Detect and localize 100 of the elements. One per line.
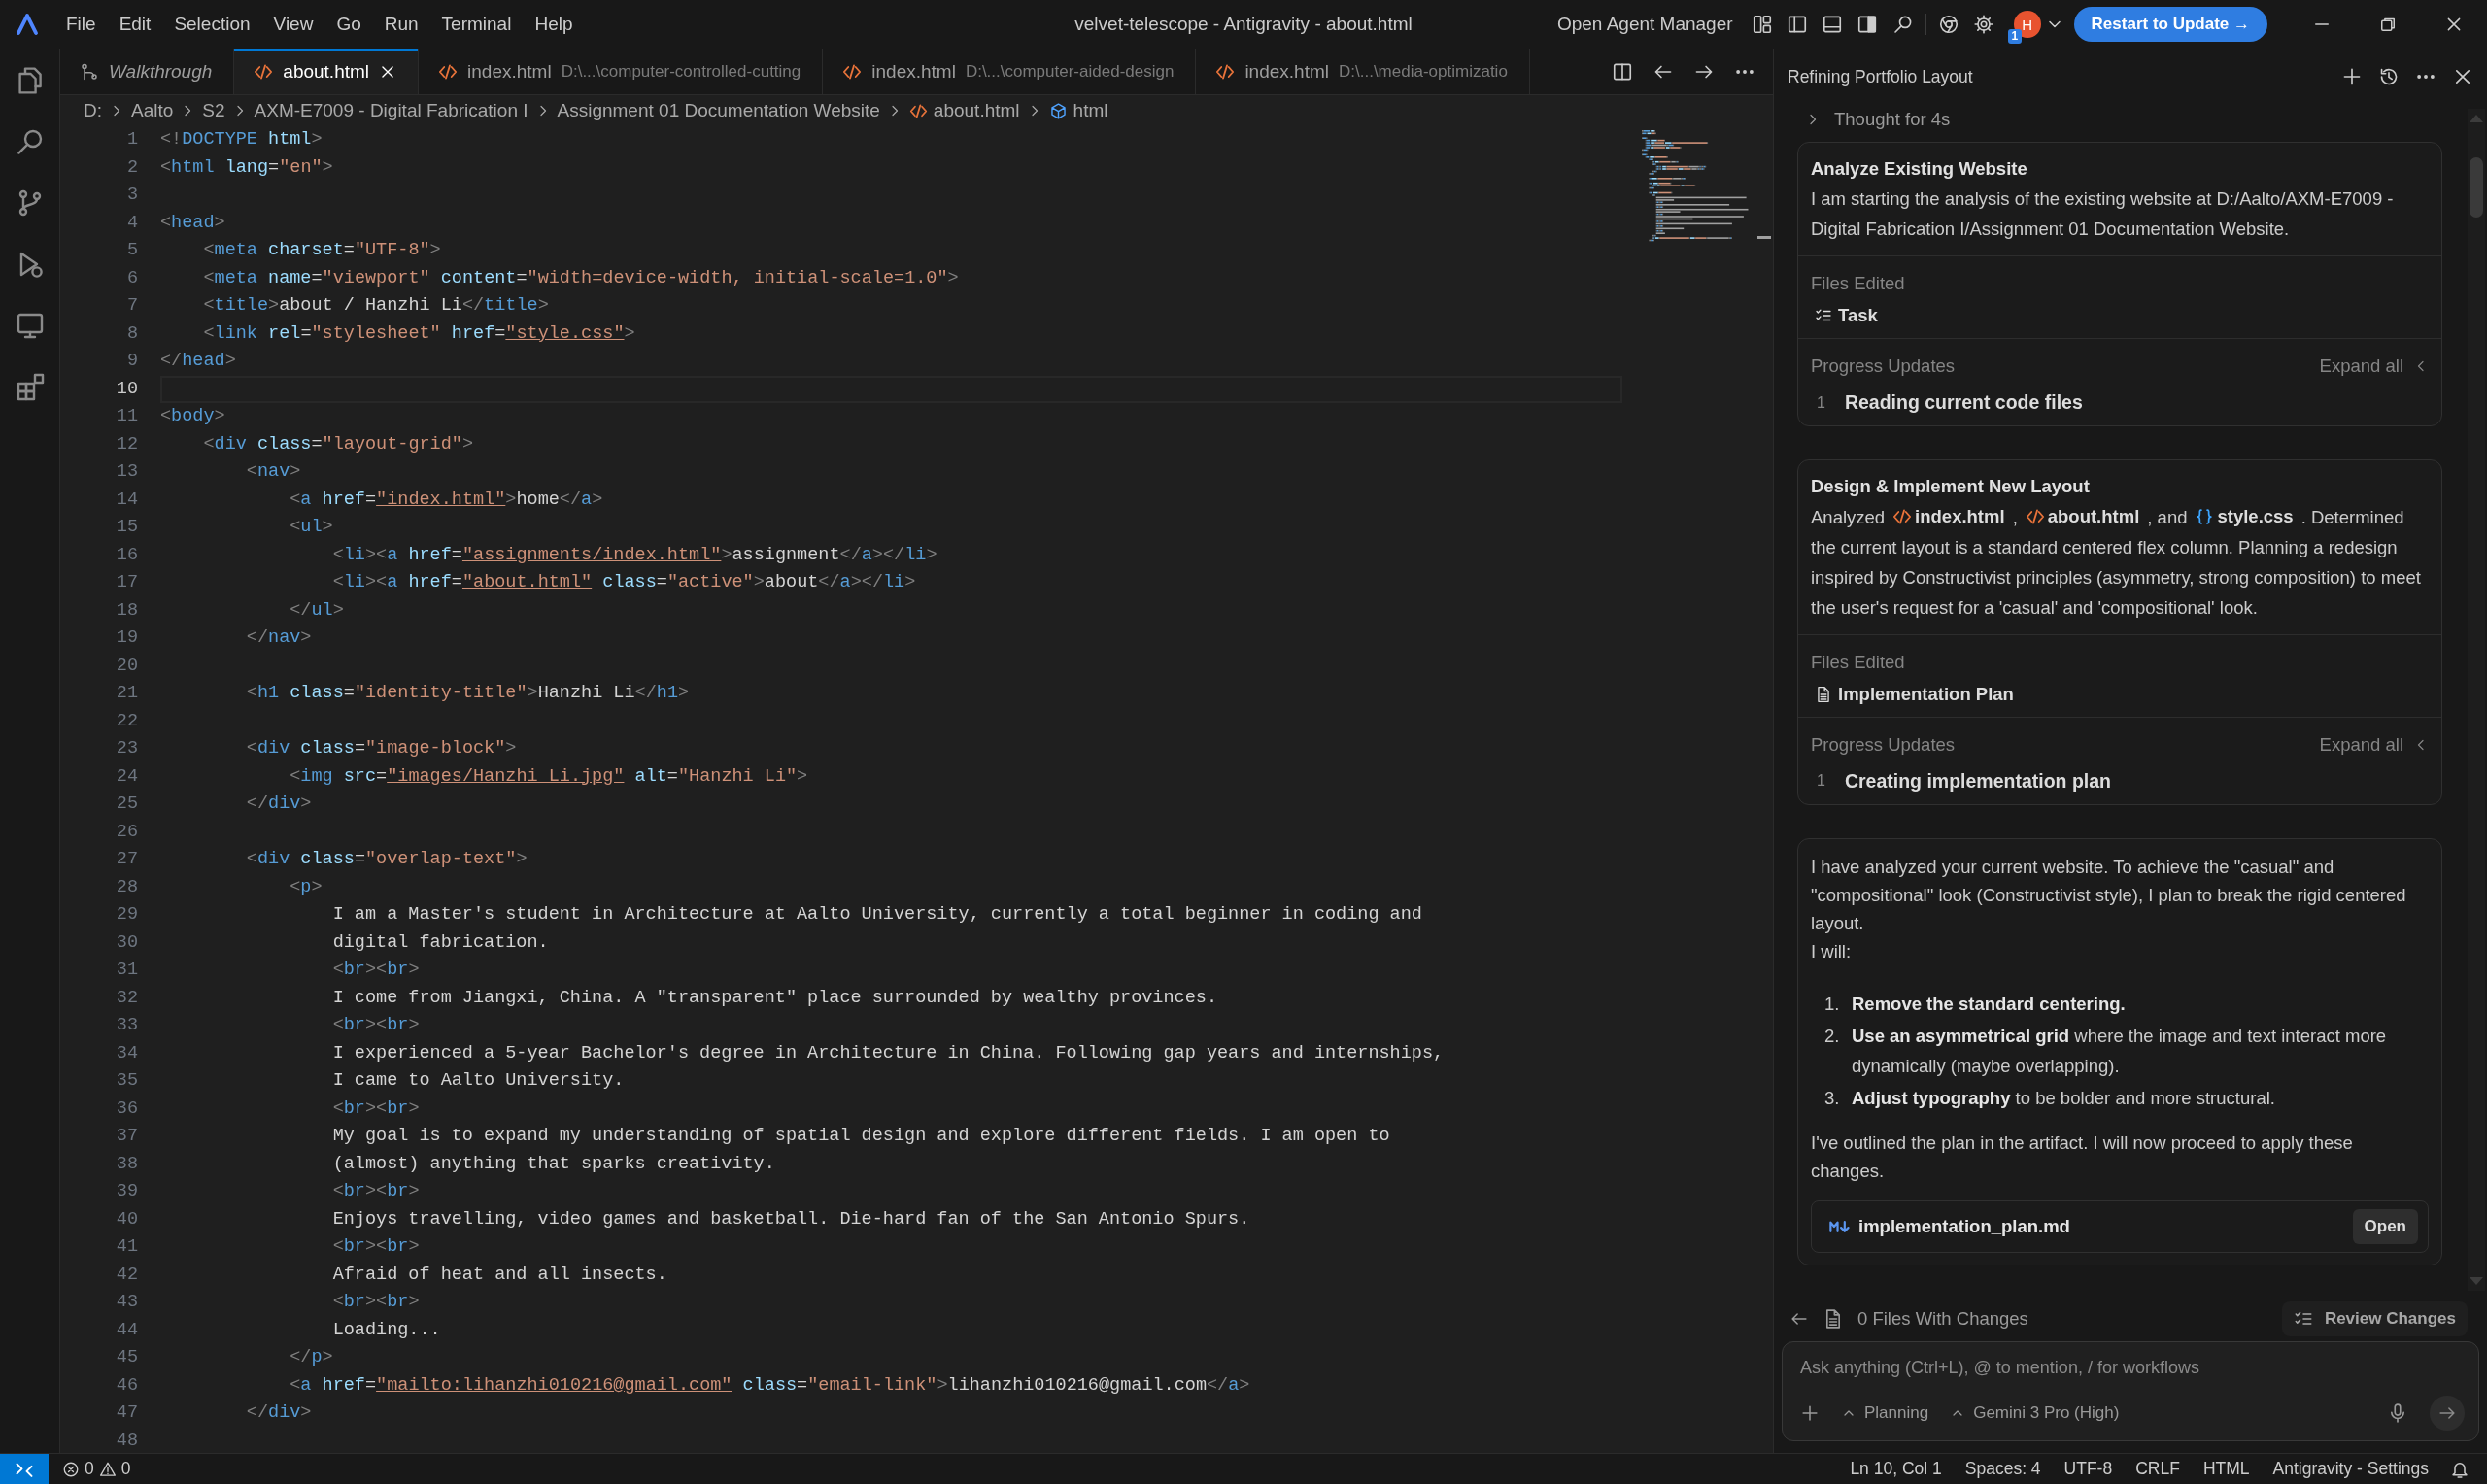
review-changes-button[interactable]: Review Changes bbox=[2281, 1301, 2468, 1336]
menu-item[interactable]: Run bbox=[372, 9, 430, 40]
menu-item[interactable]: View bbox=[261, 9, 325, 40]
error-icon bbox=[62, 1460, 80, 1478]
code-line: <link rel="stylesheet" href="style.css"> bbox=[202, 321, 636, 346]
line-number: 42 bbox=[115, 1263, 138, 1287]
menu-item[interactable]: Help bbox=[523, 9, 585, 40]
menu-item[interactable]: Terminal bbox=[429, 9, 524, 40]
code-line: Afraid of heat and all insects. bbox=[331, 1263, 668, 1287]
status-item[interactable]: CRLF bbox=[2124, 1459, 2192, 1479]
mode-dropdown[interactable]: Planning bbox=[1841, 1403, 1929, 1423]
line-number: 23 bbox=[115, 737, 138, 760]
breadcrumb-item[interactable]: Aalto bbox=[131, 100, 174, 121]
code-line: <!DOCTYPE html> bbox=[160, 128, 324, 152]
send-button[interactable] bbox=[2430, 1396, 2465, 1431]
line-number: 33 bbox=[115, 1014, 138, 1037]
browser-icon[interactable] bbox=[1937, 14, 1959, 35]
scrollbar[interactable] bbox=[2468, 109, 2485, 1291]
search-icon[interactable] bbox=[1891, 14, 1914, 35]
update-button[interactable]: Restart to Update → bbox=[2073, 7, 2267, 42]
status-item[interactable]: UTF-8 bbox=[2052, 1459, 2125, 1479]
line-number: 15 bbox=[115, 516, 138, 539]
code-line: </ul> bbox=[289, 598, 345, 623]
list-item: Use an asymmetrical grid where the image and text interact more dynamically (maybe overlapping). bbox=[1852, 1024, 2388, 1078]
layout-toggle-icon[interactable] bbox=[1751, 14, 1773, 35]
composer-panel[interactable]: Ask anything (Ctrl+L), @ to mention, / for workflows Planning Gemini 3 Pro (High) bbox=[1782, 1341, 2479, 1441]
layout-toggle-icon[interactable] bbox=[1786, 14, 1808, 35]
status-item[interactable]: Spaces: 4 bbox=[1953, 1459, 2053, 1479]
remote-button[interactable] bbox=[0, 1454, 49, 1484]
logo-icon bbox=[16, 13, 39, 36]
file-link[interactable]: style.css bbox=[2195, 501, 2294, 531]
code-line: I come from Jiangxi, China. A "transparent" place surrounded by wealthy provinces. bbox=[331, 986, 1218, 1010]
breadcrumb-item[interactable]: AXM-E7009 - Digital Fabrication I bbox=[254, 100, 528, 121]
code-line: <img src="images/Hanzhi Li.jpg" alt="Hanzhi Li"> bbox=[289, 764, 809, 789]
warning-icon bbox=[98, 1460, 117, 1478]
code-line: <meta name="viewport" content="width=device-width, initial-scale=1.0"> bbox=[202, 266, 960, 290]
agent-manager-button[interactable]: Open Agent Manager bbox=[1556, 14, 1733, 35]
layout-toggle-icon[interactable] bbox=[1821, 14, 1843, 35]
line-number: 7 bbox=[125, 294, 138, 318]
line-number: 29 bbox=[115, 903, 138, 927]
line-number: 6 bbox=[125, 266, 138, 290]
line-number: 13 bbox=[115, 460, 138, 484]
file-link[interactable]: about.html bbox=[2025, 501, 2140, 531]
code-line: <li><a href="assignments/index.html">assignment</a></li> bbox=[331, 543, 938, 567]
layout-toggle-icon[interactable] bbox=[1856, 14, 1878, 35]
menu-item[interactable]: File bbox=[54, 9, 108, 40]
code-line: <br><br> bbox=[331, 1235, 421, 1259]
line-number: 41 bbox=[115, 1235, 138, 1259]
line-number: 46 bbox=[115, 1373, 138, 1398]
line-number: 47 bbox=[115, 1401, 138, 1425]
menu-item[interactable]: Go bbox=[324, 9, 373, 40]
changes-label: 0 Files With Changes bbox=[1857, 1308, 2029, 1330]
line-number: 10 bbox=[115, 377, 138, 401]
line-number: 36 bbox=[115, 1096, 138, 1121]
status-item[interactable]: HTML bbox=[2191, 1459, 2262, 1479]
add-icon[interactable] bbox=[1800, 1403, 1820, 1423]
edited-file[interactable]: Implementation Plan bbox=[1811, 683, 2429, 705]
code-line: digital fabrication. bbox=[331, 930, 550, 955]
list-item: Adjust typography to be bolder and more structural. bbox=[1852, 1086, 2276, 1110]
menu-item[interactable]: Edit bbox=[107, 9, 163, 40]
breadcrumb-item[interactable]: html bbox=[1048, 100, 1108, 121]
breadcrumb-item[interactable]: about.html bbox=[908, 100, 1020, 121]
code-line: <br><br> bbox=[331, 959, 421, 982]
editor-tab[interactable]: about.html bbox=[234, 49, 420, 94]
thought-toggle[interactable]: Thought for 4s bbox=[1834, 109, 1951, 130]
open-button[interactable]: Open bbox=[2352, 1208, 2418, 1244]
breadcrumb-item[interactable]: D: bbox=[84, 100, 102, 121]
model-dropdown[interactable]: Gemini 3 Pro (High) bbox=[1950, 1403, 2120, 1423]
document-icon bbox=[1815, 685, 1832, 703]
message-input[interactable]: Ask anything (Ctrl+L), @ to mention, / for workflows bbox=[1800, 1354, 2465, 1382]
section-label: Files Edited bbox=[1811, 650, 1905, 674]
expand-all-link[interactable]: Expand all bbox=[2319, 351, 2403, 382]
status-item[interactable]: Ln 10, Col 1 bbox=[1838, 1459, 1954, 1479]
edited-file[interactable]: Task bbox=[1811, 305, 2429, 326]
list-number: 2. bbox=[1824, 1024, 1841, 1048]
list-number: 1. bbox=[1824, 992, 1841, 1016]
code-line: <p> bbox=[289, 875, 324, 899]
new-chat-icon[interactable] bbox=[2341, 66, 2363, 87]
settings-icon[interactable] bbox=[1972, 14, 1994, 35]
line-number: 30 bbox=[115, 930, 138, 955]
line-number: 32 bbox=[115, 986, 138, 1010]
line-number: 45 bbox=[115, 1346, 138, 1369]
editor-tab[interactable]: index.html D:\...\computer-aided-design bbox=[823, 49, 1197, 94]
section-label: Files Edited bbox=[1811, 272, 1905, 295]
editor-tab[interactable]: index.html D:\...\computer-controlled-cutting bbox=[419, 49, 824, 94]
expand-all-link[interactable]: Expand all bbox=[2319, 728, 2403, 760]
breadcrumb-item[interactable]: S2 bbox=[202, 100, 225, 121]
editor-tab[interactable]: index.html D:\...\media-optimizatio bbox=[1196, 49, 1530, 94]
error-count[interactable]: 0 bbox=[85, 1459, 94, 1479]
history-icon[interactable] bbox=[2378, 66, 2400, 87]
breadcrumb-item[interactable]: Assignment 01 Documentation Website bbox=[557, 100, 880, 121]
code-line: (almost) anything that sparks creativity. bbox=[331, 1152, 776, 1176]
warning-count[interactable]: 0 bbox=[120, 1459, 131, 1479]
line-number: 4 bbox=[125, 211, 138, 235]
code-line: <br><br> bbox=[331, 1180, 421, 1203]
line-number: 28 bbox=[115, 875, 138, 899]
status-item[interactable]: Antigravity - Settings bbox=[2261, 1459, 2440, 1479]
code-line: <div class="image-block"> bbox=[245, 737, 518, 760]
file-link[interactable]: index.html bbox=[1892, 501, 2005, 531]
menu-item[interactable]: Selection bbox=[162, 9, 262, 40]
